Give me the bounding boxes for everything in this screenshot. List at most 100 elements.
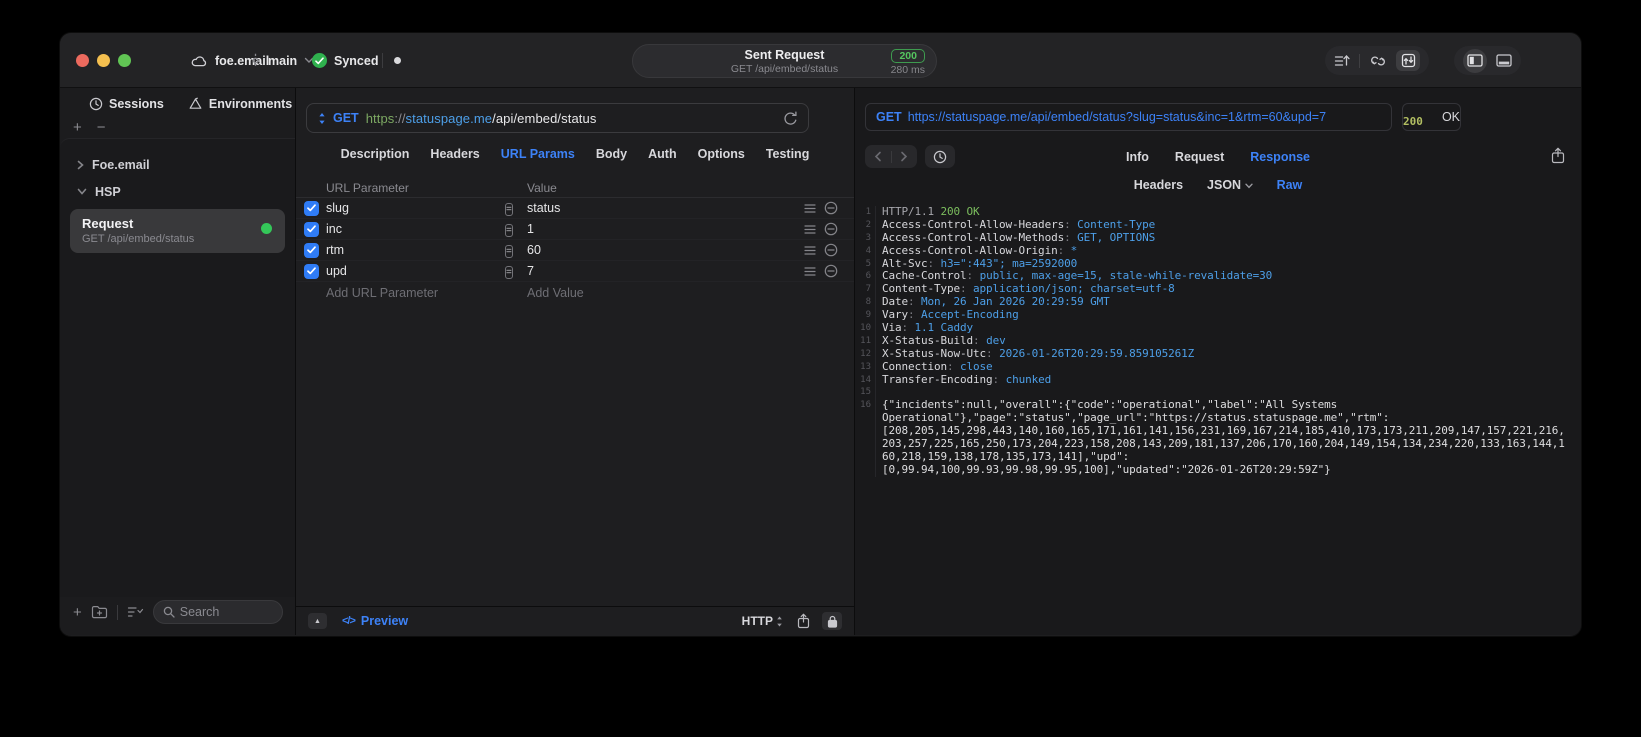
tab-url-params[interactable]: URL Params bbox=[501, 147, 575, 161]
minimize-window-button[interactable] bbox=[97, 54, 110, 67]
tab-body[interactable]: Body bbox=[596, 147, 627, 161]
url-host: statuspage.me bbox=[405, 110, 493, 126]
response-subtab-headers[interactable]: Headers bbox=[1134, 178, 1183, 192]
response-line: [208,205,145,298,443,140,160,165,171,161… bbox=[855, 425, 1581, 439]
tab-testing[interactable]: Testing bbox=[766, 147, 810, 161]
request-editor: GET https://statuspage.me/api/embed/stat… bbox=[295, 88, 855, 635]
param-value[interactable]: 60 bbox=[527, 243, 798, 257]
response-viewer: GET https://statuspage.me/api/embed/stat… bbox=[855, 88, 1581, 635]
zoom-window-button[interactable] bbox=[118, 54, 131, 67]
raw-response-body[interactable]: 1 HTTP/1.1 200 OK 2 Access-Control-Allow-He… bbox=[855, 198, 1581, 635]
sidebar-footer: + bbox=[60, 597, 295, 635]
sent-method: GET bbox=[876, 110, 902, 124]
response-tab-response[interactable]: Response bbox=[1250, 150, 1310, 164]
param-add-row[interactable]: Add URL Parameter Add Value bbox=[296, 282, 854, 303]
tab-description[interactable]: Description bbox=[341, 147, 410, 161]
response-subtab-json[interactable]: JSON bbox=[1207, 178, 1253, 192]
param-value[interactable]: 1 bbox=[527, 222, 798, 236]
request-list-item-selected[interactable]: Request GET /api/embed/status bbox=[70, 209, 285, 253]
preview-button[interactable]: </> Preview bbox=[342, 614, 408, 628]
line-number: 16 bbox=[860, 400, 871, 411]
new-folder-button[interactable] bbox=[91, 605, 108, 619]
search-field[interactable] bbox=[152, 600, 283, 624]
project-tree: Foe.email HSP Request GET /api/embed/sta… bbox=[60, 138, 295, 597]
back-button[interactable] bbox=[874, 151, 882, 162]
protocol-label: HTTP bbox=[741, 614, 773, 628]
equals-icon: = bbox=[505, 203, 513, 216]
request-url-bar[interactable]: GET https://statuspage.me/api/embed/stat… bbox=[306, 103, 809, 133]
response-line: [0,99.94,100,99.93,99.98,99.95,100],"upd… bbox=[855, 463, 1581, 477]
param-value[interactable]: status bbox=[527, 201, 798, 215]
sync-status[interactable]: Synced bbox=[312, 33, 378, 88]
response-line: Operational"},"page":"status","page_url"… bbox=[855, 412, 1581, 426]
param-name[interactable]: rtm bbox=[326, 243, 505, 257]
synced-check-icon bbox=[312, 53, 327, 68]
line-number: 2 bbox=[865, 219, 871, 230]
param-enabled-checkbox[interactable] bbox=[304, 221, 319, 237]
param-options-icon[interactable] bbox=[804, 224, 816, 234]
response-tab-request[interactable]: Request bbox=[1175, 150, 1224, 164]
remove-param-icon[interactable] bbox=[824, 243, 838, 257]
remove-param-icon[interactable] bbox=[824, 222, 838, 236]
param-options-icon[interactable] bbox=[804, 203, 816, 213]
param-name[interactable]: slug bbox=[326, 201, 505, 215]
remove-param-icon[interactable] bbox=[824, 264, 838, 278]
send-receive-button[interactable] bbox=[1396, 50, 1420, 71]
response-line: 16 {"incidents":null,"overall":{"code":"o… bbox=[855, 399, 1581, 413]
request-summary[interactable]: Sent Request GET /api/embed/status 200 2… bbox=[632, 44, 937, 78]
param-options-icon[interactable] bbox=[804, 266, 816, 276]
param-enabled-checkbox[interactable] bbox=[304, 263, 319, 279]
tree-item-foe-email[interactable]: Foe.email bbox=[60, 151, 295, 178]
tree-item-hsp[interactable]: HSP bbox=[60, 178, 295, 205]
tab-environments-label: Environments bbox=[208, 97, 293, 111]
app-window: foe.email main Synced Sent Request GET /… bbox=[60, 33, 1581, 636]
param-name[interactable]: upd bbox=[326, 264, 505, 278]
desktop: foe.email main Synced Sent Request GET /… bbox=[0, 0, 1641, 737]
remove-session-button[interactable]: − bbox=[97, 120, 106, 135]
toggle-bottom-panel-button[interactable] bbox=[1496, 54, 1512, 67]
add-parameter-placeholder[interactable]: Add URL Parameter bbox=[326, 286, 505, 300]
param-enabled-checkbox[interactable] bbox=[304, 242, 319, 258]
param-options-icon[interactable] bbox=[804, 245, 816, 255]
tab-environments[interactable]: Environments bbox=[188, 97, 292, 111]
tab-headers[interactable]: Headers bbox=[430, 147, 479, 161]
forward-button[interactable] bbox=[900, 151, 908, 162]
branch-name: main bbox=[268, 53, 298, 68]
share-request-button[interactable] bbox=[797, 613, 810, 629]
param-value[interactable]: 7 bbox=[527, 264, 798, 278]
add-value-placeholder[interactable]: Add Value bbox=[527, 286, 798, 300]
add-session-button[interactable]: + bbox=[73, 120, 82, 135]
protocol-selector[interactable]: HTTP bbox=[742, 614, 783, 628]
tab-sessions[interactable]: Sessions bbox=[89, 97, 164, 111]
response-subtab-raw[interactable]: Raw bbox=[1277, 178, 1303, 192]
response-line: 4 Access-Control-Allow-Origin: * bbox=[855, 244, 1581, 258]
lock-button[interactable] bbox=[822, 612, 842, 630]
remove-param-icon[interactable] bbox=[824, 201, 838, 215]
close-window-button[interactable] bbox=[76, 54, 89, 67]
branch-switcher[interactable]: main bbox=[250, 33, 314, 88]
search-input[interactable] bbox=[179, 605, 260, 619]
url-input[interactable]: https://statuspage.me/api/embed/status bbox=[366, 111, 597, 126]
response-tab-info[interactable]: Info bbox=[1126, 150, 1149, 164]
collapse-panel-button[interactable]: ▲ bbox=[308, 613, 327, 629]
tree-item-label: Foe.email bbox=[92, 157, 150, 172]
import-list-button[interactable] bbox=[1334, 53, 1350, 68]
new-request-button[interactable]: + bbox=[73, 604, 82, 621]
tab-options[interactable]: Options bbox=[698, 147, 745, 161]
sync-loop-button[interactable] bbox=[1369, 54, 1387, 68]
sent-request-url[interactable]: GET https://statuspage.me/api/embed/stat… bbox=[865, 103, 1392, 131]
tab-auth[interactable]: Auth bbox=[648, 147, 676, 161]
param-name[interactable]: inc bbox=[326, 222, 505, 236]
sort-filter-button[interactable] bbox=[127, 606, 144, 618]
toggle-left-panel-button[interactable] bbox=[1463, 48, 1487, 73]
request-status-dot bbox=[261, 223, 272, 234]
line-number bbox=[855, 412, 871, 425]
unsaved-indicator-dot bbox=[394, 57, 401, 64]
method-selector[interactable]: GET bbox=[333, 111, 359, 125]
resend-request-icon[interactable] bbox=[783, 111, 798, 127]
param-enabled-checkbox[interactable] bbox=[304, 200, 319, 216]
export-response-button[interactable] bbox=[1551, 147, 1565, 164]
equals-icon: = bbox=[505, 245, 513, 258]
history-button[interactable] bbox=[925, 145, 955, 168]
response-line: 3 Access-Control-Allow-Methods: GET, OPTI… bbox=[855, 231, 1581, 245]
